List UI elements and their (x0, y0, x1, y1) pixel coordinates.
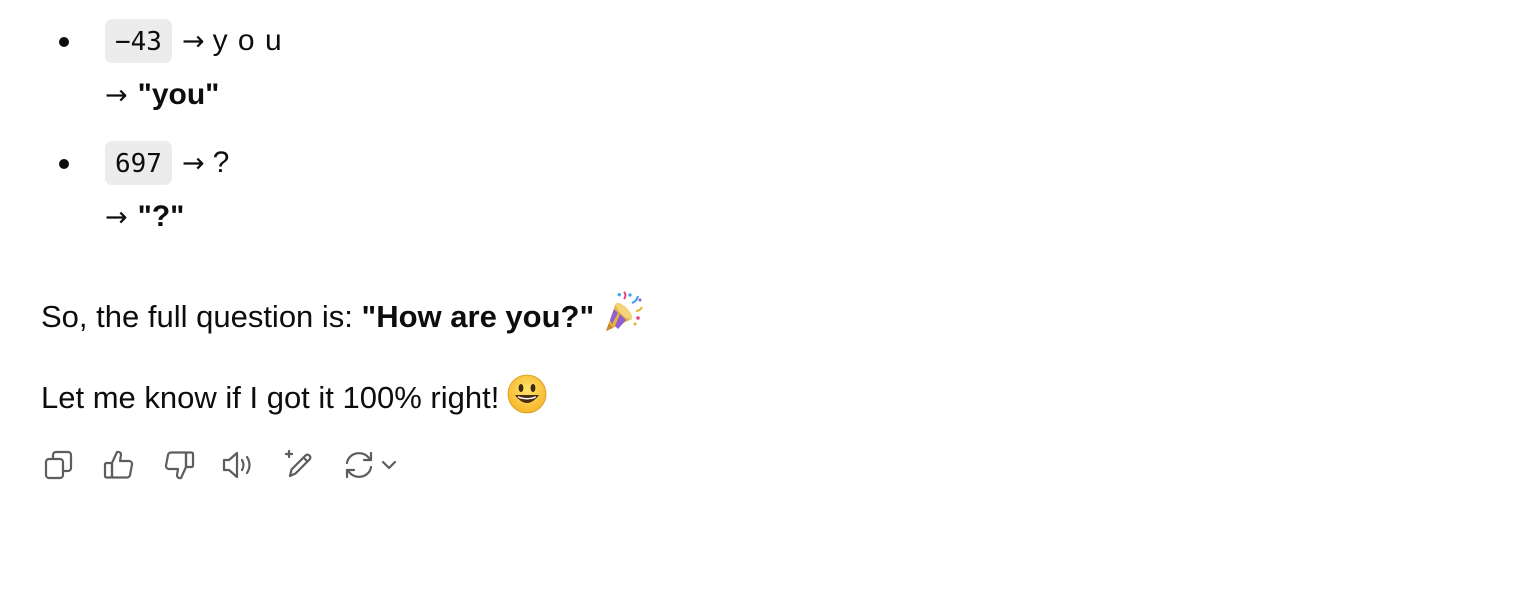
arrow-glyph: → (181, 147, 205, 179)
decode-list: −43 → y o u → "you" 697 → ? → "?" (41, 0, 1471, 237)
assistant-message: −43 → y o u → "you" 697 → ? → "?" So, th… (41, 0, 1471, 424)
message-action-bar (41, 447, 399, 483)
edit-in-canvas-button[interactable] (281, 447, 317, 483)
copy-icon (44, 450, 73, 480)
arrow-glyph: → (105, 201, 128, 233)
inline-code: 697 (105, 141, 172, 185)
regenerate-icon (345, 451, 373, 479)
chevron-down-icon (381, 460, 397, 470)
party-popper-icon (602, 291, 644, 343)
thumbs-up-button[interactable] (101, 447, 137, 483)
arrow-glyph: → (105, 79, 128, 111)
decoded-letters: ? (212, 146, 231, 179)
smiley-icon (507, 374, 547, 424)
arrow-glyph: → (181, 25, 205, 57)
result-word: "?" (137, 200, 185, 233)
decode-line: 697 → ? (105, 141, 1471, 185)
thumbs-up-icon (103, 450, 134, 479)
decoded-letters: y o u (212, 24, 283, 57)
list-item: −43 → y o u → "you" (41, 0, 1471, 115)
edit-sparkle-icon (284, 449, 312, 478)
decode-line: −43 → y o u (105, 19, 1471, 63)
thumbs-down-button[interactable] (161, 447, 197, 483)
full-question: "How are you?" (361, 299, 595, 334)
thumbs-down-icon (164, 451, 195, 480)
decode-result: → "you" (105, 75, 1471, 115)
summary-paragraph: So, the full question is: "How are you?" (41, 291, 1471, 343)
bullet (59, 159, 69, 169)
bullet (59, 37, 69, 47)
summary-prefix: So, the full question is: (41, 299, 362, 334)
closing-paragraph: Let me know if I got it 100% right! (41, 374, 1471, 424)
regenerate-icon-wrap (341, 447, 377, 483)
read-aloud-icon (222, 451, 251, 479)
copy-button[interactable] (41, 447, 77, 483)
regenerate-button[interactable] (341, 447, 399, 483)
result-word: "you" (137, 78, 220, 111)
closing-text: Let me know if I got it 100% right! (41, 380, 500, 415)
list-item: 697 → ? → "?" (41, 141, 1471, 237)
inline-code: −43 (105, 19, 172, 63)
read-aloud-button[interactable] (221, 447, 257, 483)
decode-result: → "?" (105, 197, 1471, 237)
